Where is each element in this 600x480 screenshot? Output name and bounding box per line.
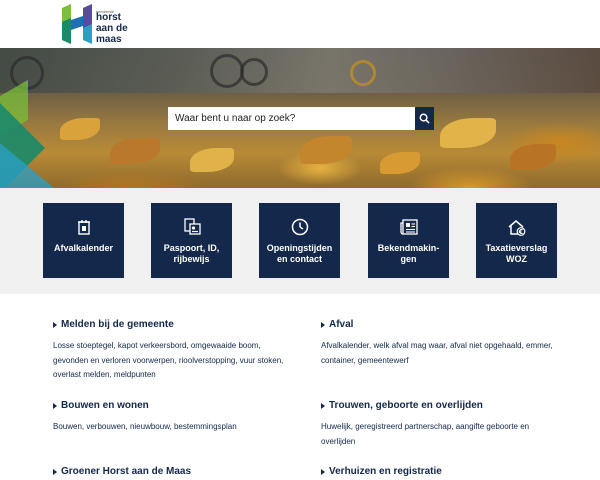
chevron-right-icon bbox=[321, 321, 325, 328]
quick-links-band: Afvalkalender Paspoort, ID, rijbewijs Op… bbox=[0, 188, 600, 294]
section-title-link[interactable]: Verhuizen en registratie bbox=[321, 466, 561, 477]
chevron-right-icon bbox=[53, 402, 57, 409]
chevron-right-icon bbox=[321, 468, 325, 475]
tile-bekendmakingen[interactable]: Bekendmakin-gen bbox=[368, 203, 449, 278]
tile-taxatieverslag-woz[interactable]: Taxatieverslag WOZ bbox=[476, 203, 557, 278]
leaf-decoration bbox=[190, 148, 234, 172]
section-verhuizen-registratie: Verhuizen en registratie bbox=[321, 466, 561, 477]
chevron-right-icon bbox=[53, 468, 57, 475]
search-button[interactable] bbox=[415, 107, 434, 130]
section-title-text: Bouwen en wonen bbox=[61, 400, 149, 411]
leaf-decoration bbox=[60, 118, 100, 140]
section-description: Huwelijk, geregistreerd partnerschap, aa… bbox=[321, 422, 530, 446]
section-title-link[interactable]: Afval bbox=[321, 319, 561, 330]
chevron-right-icon bbox=[321, 402, 325, 409]
section-description: Losse stoeptegel, kapot verkeersbord, om… bbox=[53, 341, 284, 379]
section-title-link[interactable]: Trouwen, geboorte en overlijden bbox=[321, 400, 561, 411]
bicycle-wheel-icon bbox=[210, 54, 244, 88]
logo-line-1: horst bbox=[96, 12, 121, 23]
tile-afvalkalender[interactable]: Afvalkalender bbox=[43, 203, 124, 278]
section-title-link[interactable]: Bouwen en wonen bbox=[53, 400, 293, 411]
search-bar bbox=[168, 107, 434, 130]
section-title-link[interactable]: Melden bij de gemeente bbox=[53, 319, 293, 330]
chevron-right-icon bbox=[53, 321, 57, 328]
section-description: Afvalkalender, welk afval mag waar, afva… bbox=[321, 341, 553, 365]
calendar-bin-icon bbox=[77, 220, 90, 235]
leaf-decoration bbox=[110, 138, 160, 164]
bicycle-wheel-icon bbox=[350, 60, 376, 86]
section-melden: Melden bij de gemeente Losse stoeptegel,… bbox=[53, 319, 293, 383]
leaf-decoration bbox=[300, 136, 352, 164]
section-title-link[interactable]: Groener Horst aan de Maas bbox=[53, 466, 293, 477]
tile-label: Afvalkalender bbox=[53, 243, 114, 253]
tile-label: Bekendmakin-gen bbox=[377, 243, 440, 264]
section-bouwen-wonen: Bouwen en wonen Bouwen, verbouwen, nieuw… bbox=[53, 400, 293, 435]
brand-shape-blue bbox=[0, 143, 60, 188]
section-title-text: Melden bij de gemeente bbox=[61, 319, 174, 330]
leaf-decoration bbox=[380, 152, 420, 174]
tile-label: Paspoort, ID, rijbewijs bbox=[163, 243, 220, 264]
logo-wordmark: horst aan de maas bbox=[96, 12, 166, 45]
leaf-decoration bbox=[440, 118, 496, 148]
section-trouwen-geboorte-overlijden: Trouwen, geboorte en overlijden Huwelijk… bbox=[321, 400, 561, 449]
municipality-logo[interactable]: gemeente horst aan de maas bbox=[62, 4, 152, 46]
id-card-icon bbox=[183, 218, 201, 235]
house-euro-icon bbox=[508, 219, 525, 236]
site-header: gemeente horst aan de maas bbox=[0, 0, 600, 48]
hero-banner bbox=[0, 48, 600, 188]
section-title-text: Afval bbox=[329, 319, 354, 330]
logo-line-2: aan de bbox=[96, 23, 128, 34]
tile-label: Openingstijden en contact bbox=[266, 243, 333, 264]
hero-background-street bbox=[0, 48, 600, 93]
logo-h-mark-icon bbox=[62, 4, 92, 44]
logo-line-3: maas bbox=[96, 34, 122, 45]
section-title-text: Trouwen, geboorte en overlijden bbox=[329, 400, 483, 411]
section-description: Bouwen, verbouwen, nieuwbouw, bestemming… bbox=[53, 422, 237, 431]
tile-openingstijden-contact[interactable]: Openingstijden en contact bbox=[259, 203, 340, 278]
leaf-decoration bbox=[510, 144, 556, 170]
section-afval: Afval Afvalkalender, welk afval mag waar… bbox=[321, 319, 561, 368]
bicycle-wheel-icon bbox=[240, 58, 268, 86]
section-groener: Groener Horst aan de Maas bbox=[53, 466, 293, 477]
clock-icon bbox=[291, 218, 308, 236]
search-icon bbox=[419, 113, 430, 124]
tile-paspoort-id-rijbewijs[interactable]: Paspoort, ID, rijbewijs bbox=[151, 203, 232, 278]
section-title-text: Groener Horst aan de Maas bbox=[61, 466, 192, 477]
tile-label: Taxatieverslag WOZ bbox=[485, 243, 548, 264]
newspaper-icon bbox=[399, 219, 418, 235]
section-title-text: Verhuizen en registratie bbox=[329, 466, 442, 477]
search-input[interactable] bbox=[168, 107, 415, 130]
